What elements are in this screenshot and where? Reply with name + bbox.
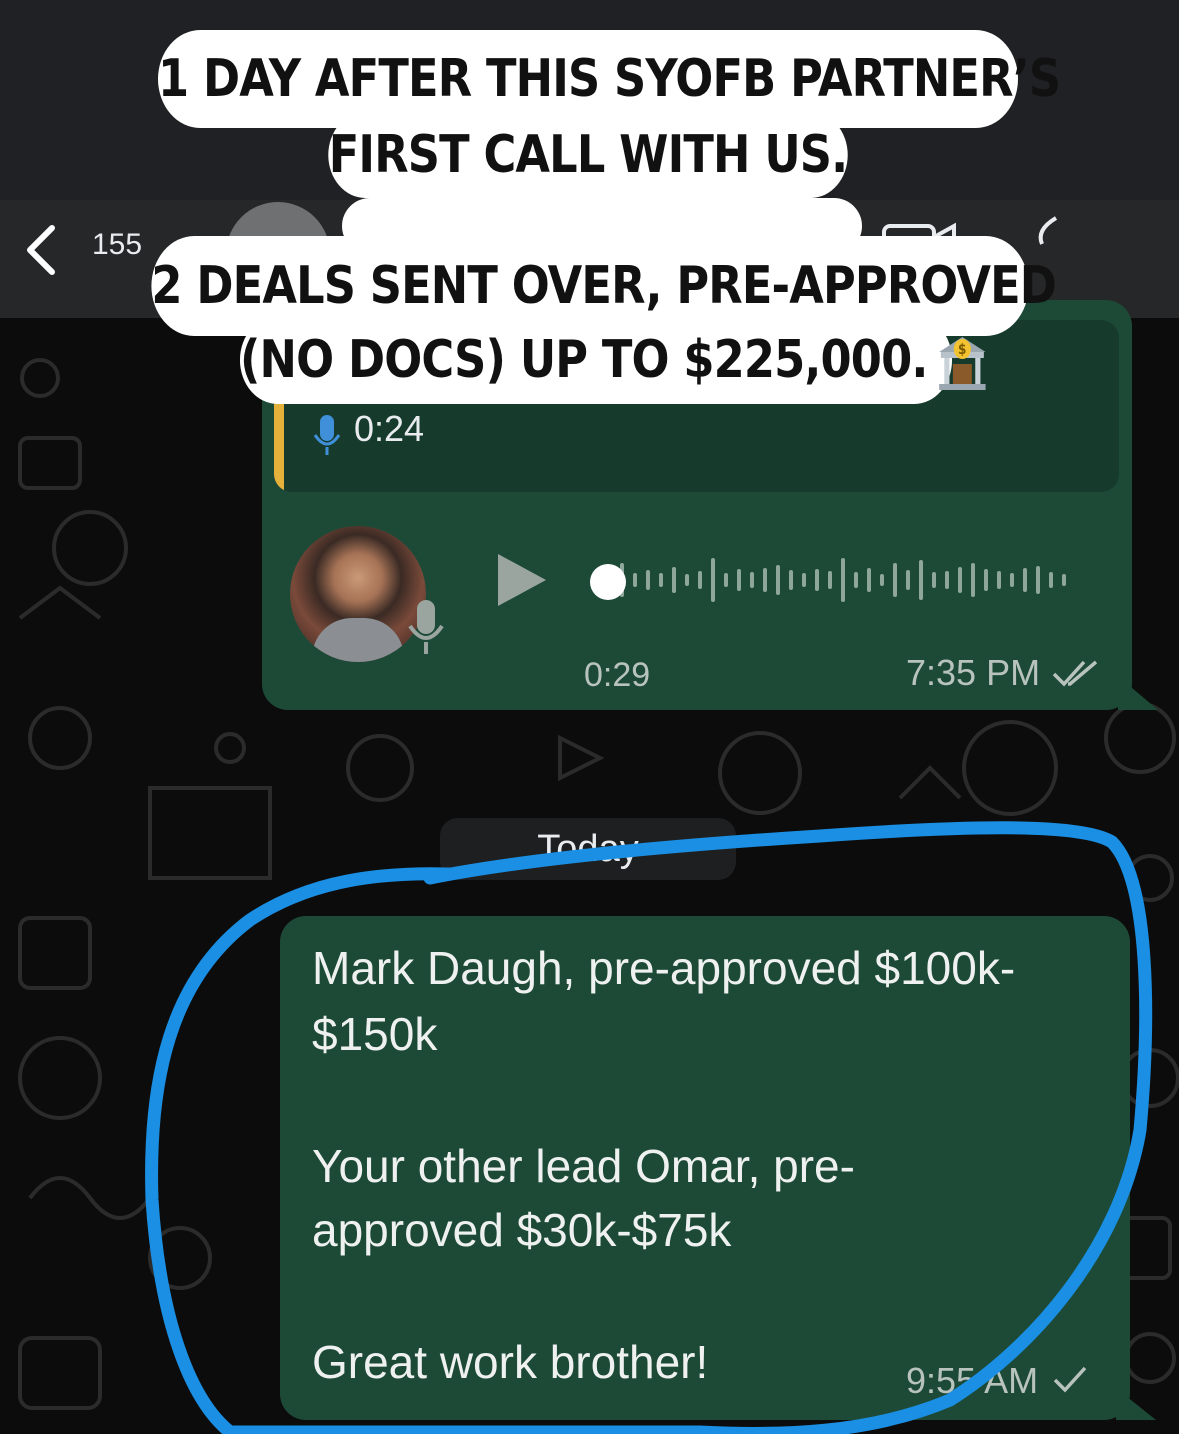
voice-duration: 0:29 bbox=[584, 656, 651, 694]
playback-scrubber[interactable] bbox=[590, 564, 626, 600]
caption-line: (NO DOCS) UP TO $225,000. $ bbox=[239, 316, 986, 404]
bubble-tail bbox=[1116, 1388, 1156, 1420]
phone-call-icon[interactable] bbox=[1030, 214, 1070, 254]
message-time: 9:55 AM bbox=[906, 1360, 1039, 1401]
caption-line: FIRST CALL WITH US. bbox=[328, 112, 848, 198]
message-line: Great work brother! bbox=[312, 1336, 709, 1388]
message-line: Mark Daugh, pre-approved $100k- bbox=[312, 942, 1016, 994]
caption-text: (NO DOCS) UP TO $225,000. bbox=[239, 330, 928, 390]
message-time: 7:35 PM bbox=[906, 652, 1041, 693]
svg-text:$: $ bbox=[958, 342, 966, 358]
message-line: approved $30k-$75k bbox=[312, 1204, 732, 1256]
back-chevron-icon[interactable] bbox=[22, 222, 62, 278]
message-line: $150k bbox=[312, 1008, 438, 1060]
play-icon[interactable] bbox=[498, 554, 546, 606]
mic-icon bbox=[313, 415, 341, 455]
date-separator: Today bbox=[440, 818, 736, 880]
mic-icon bbox=[408, 600, 444, 654]
quoted-duration: 0:24 bbox=[354, 408, 425, 449]
bubble-tail bbox=[1118, 676, 1158, 710]
double-check-icon bbox=[1052, 660, 1098, 687]
single-check-icon bbox=[1053, 1366, 1087, 1393]
unread-count: 155 bbox=[92, 228, 143, 261]
message-line: Your other lead Omar, pre- bbox=[312, 1140, 855, 1192]
voice-waveform[interactable] bbox=[614, 540, 1084, 620]
bank-emoji-icon: $ bbox=[939, 337, 986, 390]
